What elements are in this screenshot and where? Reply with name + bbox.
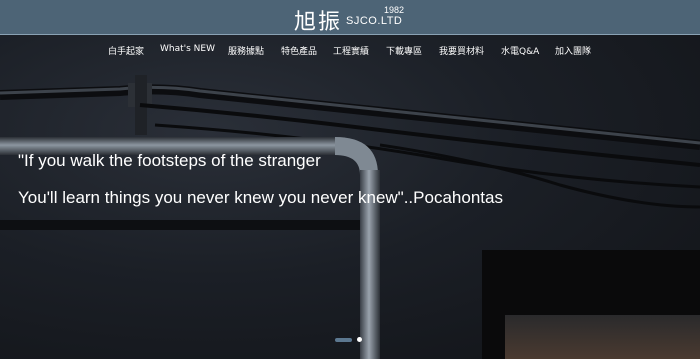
hero-quote-line-1: "If you walk the footsteps of the strang…: [18, 151, 321, 170]
hero-banner: "If you walk the footsteps of the strang…: [0, 35, 700, 359]
carousel-dot[interactable]: [357, 337, 362, 342]
nav-item-service-locations[interactable]: 服務據點: [228, 44, 264, 57]
logo-chinese-name: 旭振: [294, 10, 343, 35]
nav-item-faq[interactable]: 水電Q&A: [501, 44, 539, 57]
nav-item-buy-materials[interactable]: 我要買材料: [439, 44, 484, 57]
nav-item-featured-products[interactable]: 特色產品: [281, 44, 317, 57]
logo-english-name: SJCO.LTD: [346, 15, 403, 27]
carousel-dot-active[interactable]: [335, 338, 352, 342]
nav-item-projects[interactable]: 工程實績: [333, 44, 369, 57]
nav-item-join-team[interactable]: 加入團隊: [555, 44, 591, 57]
nav-item-downloads[interactable]: 下載專區: [386, 44, 422, 57]
logo-year: 1982: [384, 5, 405, 15]
nav-item-whats-new[interactable]: What's NEW: [160, 44, 215, 54]
main-navigation: 白手起家 What's NEW 服務據點 特色產品 工程實績 下載專區 我要買材…: [0, 44, 700, 58]
nav-item-about[interactable]: 白手起家: [108, 44, 144, 57]
top-header-bar: 旭振 SJCO.LTD 1982: [0, 0, 700, 35]
hero-quote-line-2: You'll learn things you never knew you n…: [18, 188, 503, 207]
